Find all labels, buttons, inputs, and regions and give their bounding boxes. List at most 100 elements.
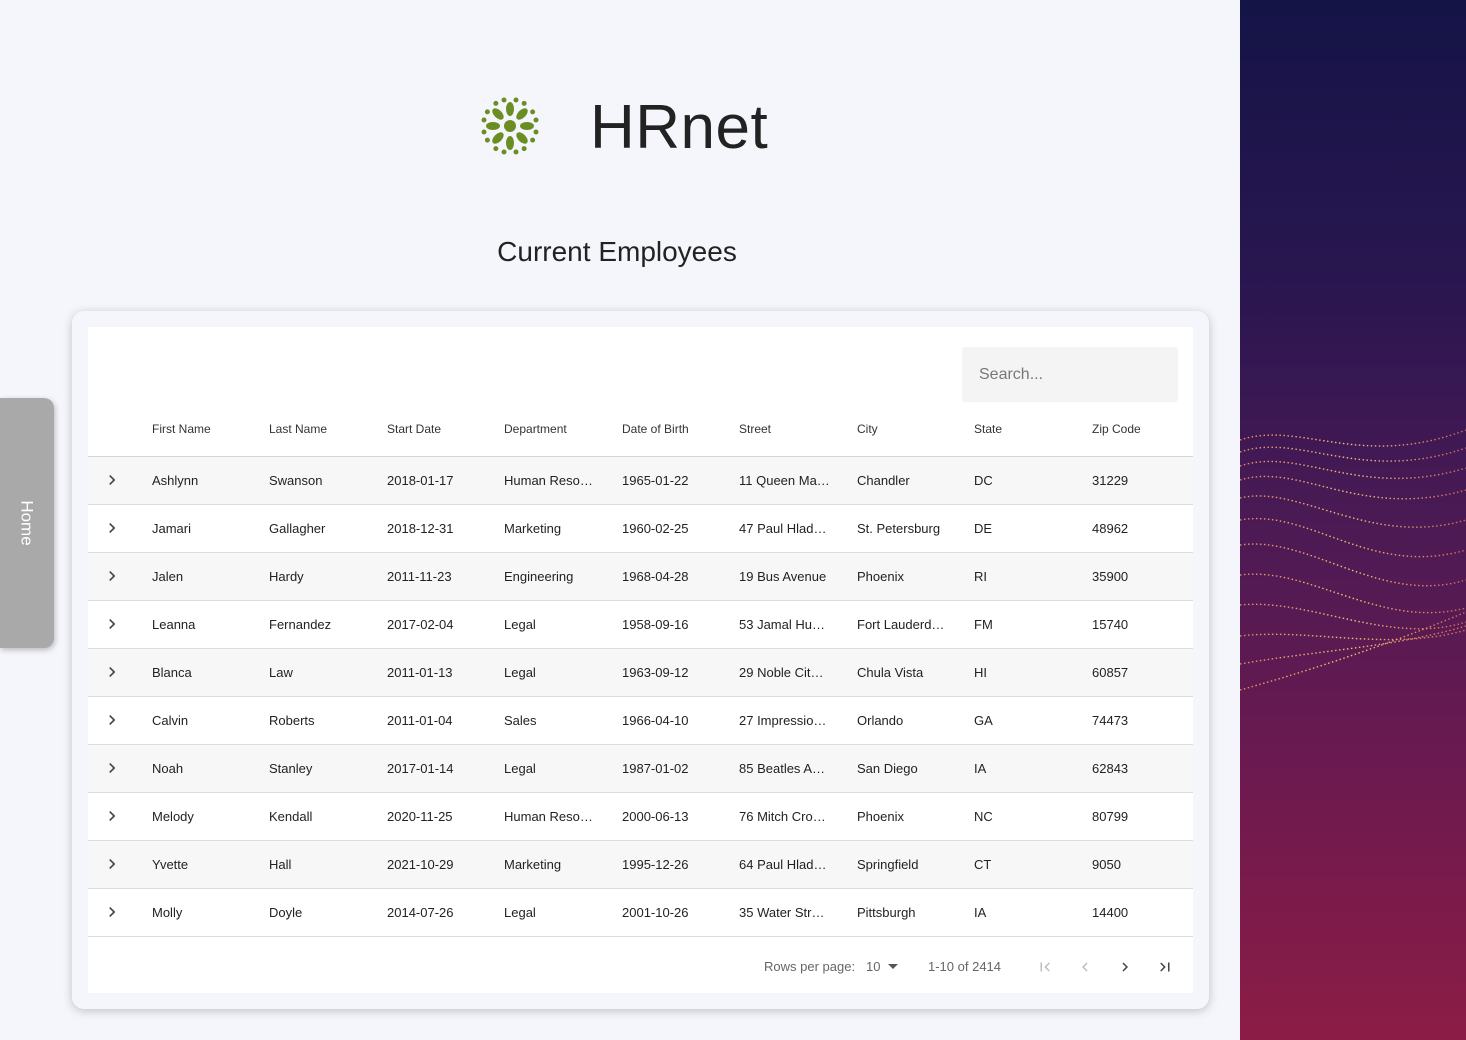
cell-city: Phoenix bbox=[857, 809, 904, 824]
cell-zip-code: 62843 bbox=[1092, 761, 1129, 776]
cell-first-name: Blanca bbox=[152, 665, 192, 680]
cell-state: GA bbox=[974, 713, 993, 728]
cell-start-date: 2011-01-04 bbox=[387, 713, 453, 728]
cell-city: Phoenix bbox=[857, 569, 904, 584]
cell-city: Chandler bbox=[857, 473, 910, 488]
table-row[interactable]: Calvin Roberts 2011-01-04 Sales 1966-04-10 27… bbox=[88, 697, 1193, 745]
cell-date-of-birth: 2000-06-13 bbox=[622, 809, 689, 824]
cell-street: 76 Mitch Cro… bbox=[739, 809, 826, 824]
cell-date-of-birth: 1965-01-22 bbox=[622, 473, 689, 488]
table-row[interactable]: Molly Doyle 2014-07-26 Legal 2001-10-26 35 Wa… bbox=[88, 889, 1193, 937]
expand-row-chevron-icon[interactable] bbox=[102, 758, 122, 778]
decorative-wave-panel bbox=[1240, 0, 1466, 1040]
cell-first-name: Molly bbox=[152, 905, 183, 920]
cell-state: IA bbox=[974, 761, 987, 776]
column-header-last-name[interactable]: Last Name bbox=[269, 409, 327, 457]
cell-start-date: 2021-10-29 bbox=[387, 857, 454, 872]
expand-row-chevron-icon[interactable] bbox=[102, 710, 122, 730]
cell-last-name: Kendall bbox=[269, 809, 313, 824]
column-header-zip-code[interactable]: Zip Code bbox=[1092, 409, 1141, 457]
expand-row-chevron-icon[interactable] bbox=[102, 806, 122, 826]
cell-zip-code: 31229 bbox=[1092, 473, 1129, 488]
expand-row-chevron-icon[interactable] bbox=[102, 614, 122, 634]
cell-first-name: Ashlynn bbox=[152, 473, 199, 488]
cell-start-date: 2017-02-04 bbox=[387, 617, 454, 632]
cell-date-of-birth: 1963-09-12 bbox=[622, 665, 689, 680]
cell-last-name: Stanley bbox=[269, 761, 313, 776]
first-page-icon bbox=[1040, 962, 1050, 972]
last-page-button[interactable] bbox=[1151, 953, 1179, 981]
cell-last-name: Roberts bbox=[269, 713, 315, 728]
cell-date-of-birth: 1968-04-28 bbox=[622, 569, 689, 584]
cell-city: Fort Lauderd… bbox=[857, 617, 945, 632]
leaf-wreath-logo-icon bbox=[481, 97, 539, 155]
previous-page-button[interactable] bbox=[1071, 953, 1099, 981]
rows-per-page-value: 10 bbox=[866, 959, 881, 974]
next-page-icon bbox=[1122, 962, 1128, 972]
column-header-first-name[interactable]: First Name bbox=[152, 409, 211, 457]
cell-state: DE bbox=[974, 521, 993, 536]
employees-card: First Name Last Name Start Date Department D… bbox=[72, 311, 1209, 1009]
column-header-date-of-birth[interactable]: Date of Birth bbox=[622, 409, 689, 457]
expand-row-chevron-icon[interactable] bbox=[102, 902, 122, 922]
cell-last-name: Swanson bbox=[269, 473, 323, 488]
table-body: Ashlynn Swanson 2018-01-17 Human Reso… 1965-… bbox=[88, 457, 1193, 937]
cell-department: Legal bbox=[504, 761, 536, 776]
column-header-state[interactable]: State bbox=[974, 409, 1002, 457]
cell-first-name: Calvin bbox=[152, 713, 189, 728]
next-page-button[interactable] bbox=[1111, 953, 1139, 981]
cell-city: San Diego bbox=[857, 761, 918, 776]
cell-first-name: Leanna bbox=[152, 617, 196, 632]
cell-last-name: Law bbox=[269, 665, 293, 680]
column-header-city[interactable]: City bbox=[857, 409, 878, 457]
cell-street: 19 Bus Avenue bbox=[739, 569, 827, 584]
cell-street: 53 Jamal Hu… bbox=[739, 617, 825, 632]
cell-last-name: Gallagher bbox=[269, 521, 326, 536]
cell-department: Legal bbox=[504, 905, 536, 920]
cell-state: HI bbox=[974, 665, 987, 680]
cell-start-date: 2018-01-17 bbox=[387, 473, 454, 488]
search-input[interactable] bbox=[962, 347, 1178, 402]
cell-city: St. Petersburg bbox=[857, 521, 941, 536]
table-row[interactable]: Yvette Hall 2021-10-29 Marketing 1995-12-26 6… bbox=[88, 841, 1193, 889]
cell-zip-code: 35900 bbox=[1092, 569, 1129, 584]
cell-first-name: Jalen bbox=[152, 569, 184, 584]
table-row[interactable]: Ashlynn Swanson 2018-01-17 Human Reso… 1965-… bbox=[88, 457, 1193, 505]
first-page-button[interactable] bbox=[1031, 953, 1059, 981]
cell-first-name: Jamari bbox=[152, 521, 192, 536]
cell-department: Human Reso… bbox=[504, 473, 593, 488]
expand-row-chevron-icon[interactable] bbox=[102, 854, 122, 874]
cell-street: 29 Noble Cit… bbox=[739, 665, 824, 680]
cell-date-of-birth: 1960-02-25 bbox=[622, 521, 689, 536]
last-page-icon bbox=[1160, 962, 1170, 972]
expand-row-chevron-icon[interactable] bbox=[102, 518, 122, 538]
column-header-start-date[interactable]: Start Date bbox=[387, 409, 441, 457]
cell-last-name: Hardy bbox=[269, 569, 304, 584]
employees-table: First Name Last Name Start Date Department D… bbox=[88, 327, 1193, 993]
table-row[interactable]: Blanca Law 2011-01-13 Legal 1963-09-12 29 Nob… bbox=[88, 649, 1193, 697]
table-row[interactable]: Noah Stanley 2017-01-14 Legal 1987-01-02 85 B… bbox=[88, 745, 1193, 793]
rows-per-page-select[interactable]: 10 bbox=[866, 959, 899, 974]
table-row[interactable]: Melody Kendall 2020-11-25 Human Reso… 2000-0… bbox=[88, 793, 1193, 841]
cell-street: 85 Beatles A… bbox=[739, 761, 825, 776]
cell-department: Legal bbox=[504, 665, 536, 680]
expand-row-chevron-icon[interactable] bbox=[102, 566, 122, 586]
table-row[interactable]: Jalen Hardy 2011-11-23 Engineering 1968-04-2… bbox=[88, 553, 1193, 601]
cell-zip-code: 60857 bbox=[1092, 665, 1129, 680]
expand-row-chevron-icon[interactable] bbox=[102, 470, 122, 490]
table-row[interactable]: Jamari Gallagher 2018-12-31 Marketing 1960-0… bbox=[88, 505, 1193, 553]
cell-state: FM bbox=[974, 617, 993, 632]
cell-street: 47 Paul Hlad… bbox=[739, 521, 827, 536]
cell-city: Pittsburgh bbox=[857, 905, 916, 920]
cell-department: Engineering bbox=[504, 569, 574, 584]
cell-first-name: Yvette bbox=[152, 857, 189, 872]
dropdown-caret-icon bbox=[888, 964, 899, 969]
table-row[interactable]: Leanna Fernandez 2017-02-04 Legal 1958-09-16… bbox=[88, 601, 1193, 649]
column-header-street[interactable]: Street bbox=[739, 409, 771, 457]
home-tab-label: Home bbox=[17, 500, 37, 546]
home-nav-tab[interactable]: Home bbox=[0, 398, 54, 648]
cell-street: 11 Queen Ma… bbox=[739, 473, 830, 488]
column-header-department[interactable]: Department bbox=[504, 409, 567, 457]
expand-row-chevron-icon[interactable] bbox=[102, 662, 122, 682]
cell-state: RI bbox=[974, 569, 987, 584]
